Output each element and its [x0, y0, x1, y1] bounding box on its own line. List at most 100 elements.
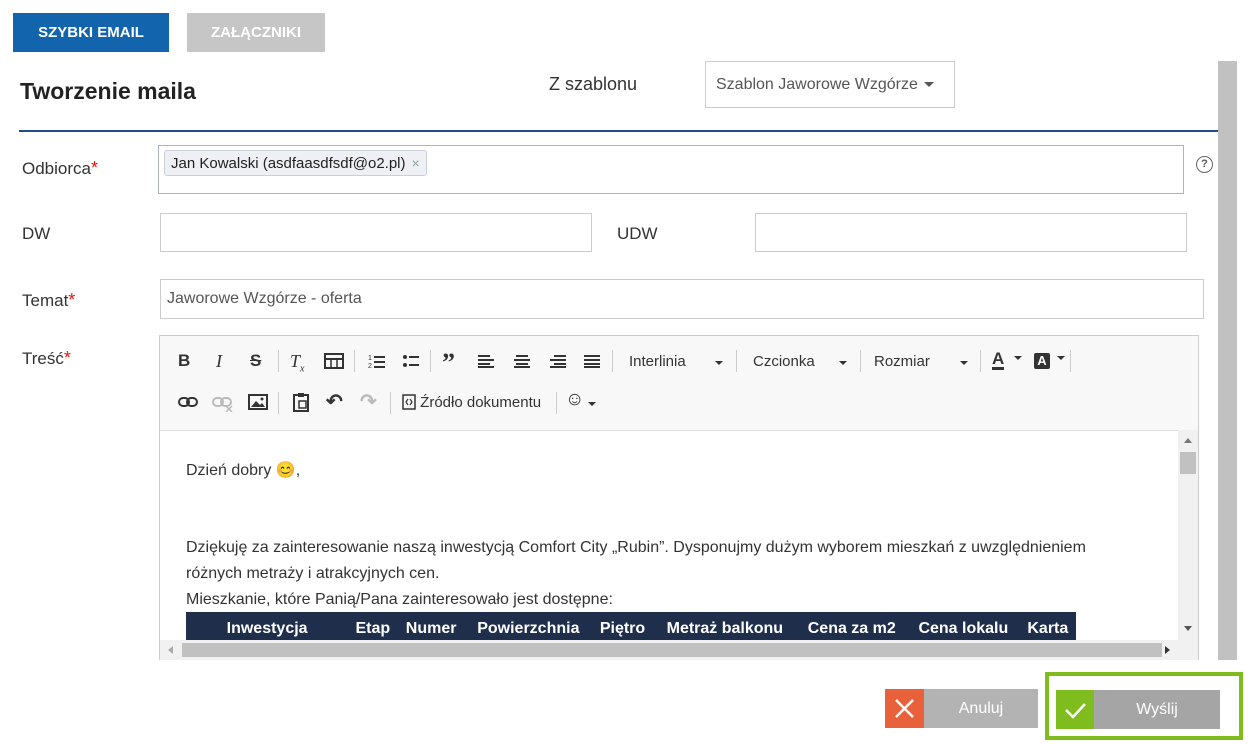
recipient-label: Odbiorca*	[22, 158, 98, 179]
required-mark: *	[90, 158, 98, 178]
recipient-input[interactable]: Jan Kowalski (asdfaasdfsdf@o2.pl) ×	[158, 145, 1184, 194]
toolbar-separator	[612, 350, 613, 372]
greeting-tail: ,	[295, 462, 301, 479]
smiley-emoji-icon: 😊	[275, 462, 296, 479]
header-divider	[19, 130, 1218, 132]
link-icon[interactable]	[178, 396, 198, 408]
table-header-row: Inwestycja Etap Numer Powierzchnia Piętr…	[186, 612, 1076, 640]
template-label: Z szablonu	[549, 74, 638, 94]
template-select-value: Szablon Jaworowe Wzgórze	[716, 76, 918, 93]
align-right-icon[interactable]	[550, 354, 566, 368]
table-header-cell: Etap	[355, 620, 391, 637]
editor-content[interactable]: Dzień dobry 😊, Dziękuję za zainteresowan…	[160, 430, 1178, 640]
paste-icon[interactable]	[292, 392, 310, 412]
font-size-select[interactable]: Rozmiar	[874, 353, 974, 370]
rich-text-editor[interactable]: B I S Tx 12 ” Interlinia Czcionka Rozmia…	[159, 335, 1199, 660]
strikethrough-icon[interactable]: S	[250, 351, 261, 371]
align-left-icon[interactable]	[478, 354, 494, 368]
image-icon[interactable]	[248, 394, 268, 410]
recipient-chip[interactable]: Jan Kowalski (asdfaasdfsdf@o2.pl) ×	[164, 150, 427, 176]
table-header-cell: Karta	[1027, 620, 1069, 637]
panel-scrollbar[interactable]	[1218, 61, 1237, 660]
source-button[interactable]: Źródło dokumentu	[402, 394, 541, 411]
tab-attachments[interactable]: ZAŁĄCZNIKI	[187, 13, 325, 52]
recipient-chip-label: Jan Kowalski (asdfaasdfsdf@o2.pl)	[171, 155, 406, 172]
toolbar-separator	[354, 350, 355, 372]
align-justify-icon[interactable]	[584, 354, 600, 368]
subject-value: Jaworowe Wzgórze - oferta	[167, 290, 362, 307]
cc-input[interactable]	[160, 213, 592, 252]
align-center-icon[interactable]	[514, 354, 530, 368]
remove-format-icon[interactable]: Tx	[290, 351, 304, 375]
scroll-right-icon[interactable]	[1165, 646, 1170, 654]
send-button[interactable]: Wyślij	[1056, 690, 1220, 729]
background-color-icon[interactable]: A	[1034, 353, 1050, 369]
help-icon[interactable]: ?	[1196, 156, 1213, 173]
scroll-up-icon[interactable]	[1184, 438, 1192, 443]
font-select[interactable]: Czcionka	[753, 353, 853, 370]
greeting-text: Dzień dobry	[186, 462, 272, 479]
bcc-label: UDW	[617, 224, 658, 243]
scroll-thumb[interactable]	[1180, 452, 1196, 474]
italic-icon[interactable]: I	[216, 351, 222, 372]
recipient-label-text: Odbiorca	[22, 159, 91, 178]
line-height-label: Interlinia	[629, 353, 686, 370]
table-header-cell: Powierzchnia	[477, 620, 580, 637]
subject-input[interactable]: Jaworowe Wzgórze - oferta	[160, 279, 1204, 319]
greeting-line: Dzień dobry 😊,	[186, 460, 300, 480]
blockquote-icon[interactable]: ”	[442, 348, 455, 378]
bold-icon[interactable]: B	[178, 351, 190, 371]
scroll-left-icon[interactable]	[168, 646, 173, 654]
paragraph-1: Dziękuję za zainteresowanie naszą inwest…	[186, 539, 1086, 556]
send-label: Wyślij	[1136, 701, 1178, 718]
toolbar-separator	[736, 350, 737, 372]
text-color-icon[interactable]: A	[992, 350, 1005, 370]
required-mark: *	[68, 290, 76, 310]
numbered-list-icon[interactable]: 12	[368, 353, 386, 369]
toolbar-separator	[1070, 350, 1071, 372]
toolbar-separator	[980, 350, 981, 372]
cancel-button[interactable]: Anuluj	[885, 689, 1038, 728]
font-label: Czcionka	[753, 353, 815, 370]
table-header-cell: Piętro	[599, 620, 646, 637]
toolbar-separator	[860, 350, 861, 372]
cc-label: DW	[22, 224, 51, 243]
scroll-thumb[interactable]	[182, 643, 1162, 657]
offer-table: Inwestycja Etap Numer Powierzchnia Piętr…	[186, 612, 1076, 640]
required-mark: *	[63, 348, 71, 368]
editor-vertical-scrollbar[interactable]	[1178, 430, 1198, 640]
chevron-down-icon	[923, 82, 934, 88]
table-icon[interactable]	[324, 353, 344, 369]
editor-horizontal-scrollbar[interactable]	[160, 640, 1198, 660]
unlink-icon[interactable]	[212, 396, 234, 412]
redo-icon[interactable]: ↷	[360, 389, 377, 414]
remove-recipient-icon[interactable]: ×	[412, 155, 420, 171]
table-header-cell: Numer	[405, 620, 457, 637]
template-select[interactable]: Szablon Jaworowe Wzgórze	[705, 61, 955, 108]
chevron-down-icon	[960, 361, 968, 365]
toolbar-separator	[556, 392, 557, 414]
close-icon	[885, 689, 924, 728]
table-header-cell: Metraż balkonu	[666, 620, 784, 637]
paragraph-3: Mieszkanie, które Panią/Pana zainteresow…	[186, 591, 613, 608]
table-header-cell: Inwestycja	[226, 620, 308, 637]
tab-quick-email[interactable]: SZYBKI EMAIL	[13, 13, 169, 52]
line-height-select[interactable]: Interlinia	[629, 353, 729, 370]
bcc-input[interactable]	[755, 213, 1187, 252]
svg-text:1: 1	[368, 355, 372, 362]
undo-icon[interactable]: ↶	[326, 389, 343, 414]
check-icon	[1056, 690, 1094, 729]
scroll-down-icon[interactable]	[1184, 626, 1192, 631]
toolbar-separator	[390, 392, 391, 414]
toolbar-separator	[278, 350, 279, 372]
font-size-label: Rozmiar	[874, 353, 930, 370]
bullet-list-icon[interactable]	[402, 353, 420, 369]
cancel-label: Anuluj	[958, 700, 1004, 717]
emoji-icon[interactable]: ☺	[565, 389, 584, 411]
source-label: Źródło dokumentu	[420, 394, 542, 411]
paragraph-2: różnych metraży i atrakcyjnych cen.	[186, 565, 440, 582]
chevron-down-icon	[839, 361, 847, 365]
page-title: Tworzenie maila	[20, 78, 196, 104]
source-icon	[402, 394, 416, 410]
toolbar-separator	[278, 392, 279, 414]
